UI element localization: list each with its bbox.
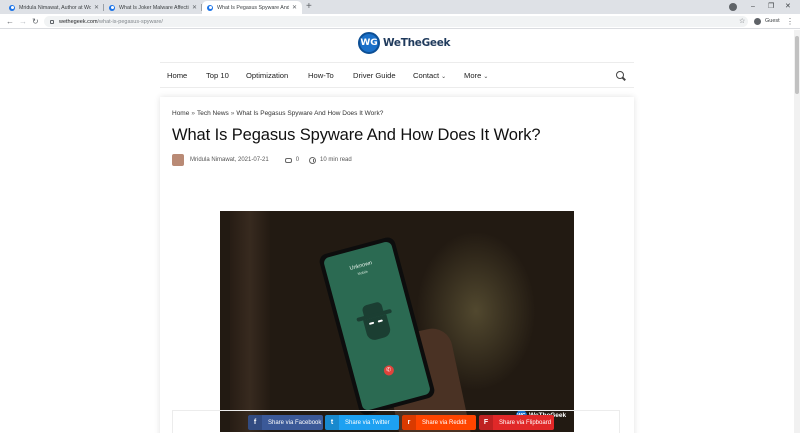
url-path: /what-is-pegasus-spyware/	[97, 18, 163, 25]
lock-icon[interactable]	[50, 19, 54, 24]
tab-pegasus-spyware[interactable]: What Is Pegasus Spyware And H ✕	[202, 1, 302, 14]
page-title: What Is Pegasus Spyware And How Does It …	[172, 126, 541, 144]
nav-how-to[interactable]: How-To	[308, 63, 334, 88]
tab-search-icon[interactable]	[729, 3, 737, 11]
browser-menu-icon[interactable]: ⋮	[786, 15, 794, 28]
article-card: Home» Tech News» What Is Pegasus Spyware A…	[160, 97, 634, 433]
comment-count[interactable]: 0	[296, 157, 299, 163]
breadcrumb-home[interactable]: Home	[172, 110, 189, 117]
close-window-button[interactable]: ✕	[785, 1, 791, 13]
read-time: 10 min read	[320, 157, 352, 163]
tab-title: What Is Pegasus Spyware And H	[217, 4, 289, 11]
url-host: wethegeek.com	[59, 18, 98, 25]
reddit-icon: r	[402, 415, 416, 430]
logo-text: WeTheGeek	[383, 37, 451, 49]
comment-icon	[284, 157, 292, 163]
web-page: WG WeTheGeek Home Top 10 Optimization Ho…	[0, 30, 794, 433]
search-icon[interactable]	[616, 71, 624, 79]
nav-driver-guide[interactable]: Driver Guide	[353, 63, 396, 88]
tab-author-page[interactable]: Mridula Nimawat, Author at Wo ✕	[4, 1, 104, 14]
site-logo[interactable]: WG WeTheGeek	[358, 32, 451, 54]
back-button[interactable]: ←	[6, 15, 14, 28]
phone-screen: Unknown Mobile ✆	[322, 240, 432, 412]
chevron-down-icon: ⌄	[441, 74, 447, 80]
tab-close-icon[interactable]: ✕	[94, 4, 99, 11]
spy-face	[363, 314, 392, 342]
logo-mark: WG	[358, 32, 380, 54]
tab-close-icon[interactable]: ✕	[192, 4, 197, 11]
share-reddit-button[interactable]: r Share via Reddit	[402, 415, 476, 430]
nav-home[interactable]: Home	[167, 63, 187, 88]
nav-top-10[interactable]: Top 10	[206, 63, 229, 88]
nav-contact-label: Contact	[413, 71, 440, 80]
share-twitter-button[interactable]: t Share via Twitter	[325, 415, 399, 430]
minimize-button[interactable]: –	[751, 1, 755, 13]
article-meta: Mridula Nimawat, 2021-07-21 0 10 min rea…	[172, 153, 352, 167]
tab-strip: Mridula Nimawat, Author at Wo ✕ What Is …	[0, 0, 800, 14]
tab-title: What Is Joker Malware Affectin	[119, 4, 189, 11]
new-tab-button[interactable]: +	[306, 1, 312, 13]
flipboard-icon: F	[479, 415, 493, 430]
author-date[interactable]: Mridula Nimawat, 2021-07-21	[190, 157, 269, 163]
chevron-down-icon: ⌄	[483, 74, 489, 80]
breadcrumb-tech-news[interactable]: Tech News	[197, 110, 229, 117]
nav-contact[interactable]: Contact ⌄	[413, 63, 446, 88]
tab-joker-malware[interactable]: What Is Joker Malware Affectin ✕	[104, 1, 202, 14]
bookmark-star-icon[interactable]: ☆	[739, 16, 745, 27]
globe-icon	[9, 4, 15, 11]
spy-icon	[354, 299, 399, 345]
breadcrumb-separator: »	[191, 110, 195, 117]
globe-icon	[207, 4, 213, 11]
nav-optimization[interactable]: Optimization	[246, 63, 288, 88]
profile-avatar-icon[interactable]	[754, 18, 761, 25]
share-facebook-label: Share via Facebook	[268, 419, 322, 426]
author-avatar[interactable]	[172, 154, 184, 166]
share-reddit-label: Share via Reddit	[422, 419, 467, 426]
address-bar[interactable]: wethegeek.com /what-is-pegasus-spyware/	[44, 16, 748, 27]
breadcrumb-separator: »	[230, 110, 235, 117]
share-twitter-label: Share via Twitter	[345, 419, 390, 426]
breadcrumb-current: What Is Pegasus Spyware And How Does It …	[236, 110, 384, 117]
featured-image: Unknown Mobile ✆ WG WeTheGeek	[220, 211, 574, 432]
reload-button[interactable]: ↻	[32, 15, 39, 28]
background-window	[230, 211, 270, 432]
tab-title: Mridula Nimawat, Author at Wo	[19, 4, 91, 11]
facebook-icon: f	[248, 415, 262, 430]
twitter-icon: t	[325, 415, 339, 430]
main-navigation: Home Top 10 Optimization How-To Driver G…	[160, 62, 634, 88]
maximize-button[interactable]: ❐	[768, 1, 774, 13]
browser-toolbar: ← → ↻ wethegeek.com /what-is-pegasus-spy…	[0, 14, 800, 29]
scrollbar-thumb[interactable]	[795, 36, 799, 94]
share-facebook-button[interactable]: f Share via Facebook	[248, 415, 323, 430]
nav-more-label: More	[464, 71, 482, 80]
globe-icon	[109, 4, 115, 11]
clock-icon	[309, 156, 317, 164]
breadcrumb: Home» Tech News» What Is Pegasus Spyware A…	[172, 110, 383, 117]
profile-label[interactable]: Guest	[765, 16, 780, 27]
nav-more[interactable]: More ⌄	[464, 63, 488, 88]
share-flipboard-button[interactable]: F Share via Flipboard	[479, 415, 554, 430]
share-flipboard-label: Share via Flipboard	[499, 419, 552, 426]
end-call-icon: ✆	[382, 364, 396, 377]
tab-close-icon[interactable]: ✕	[292, 4, 297, 11]
forward-button[interactable]: →	[19, 15, 27, 28]
